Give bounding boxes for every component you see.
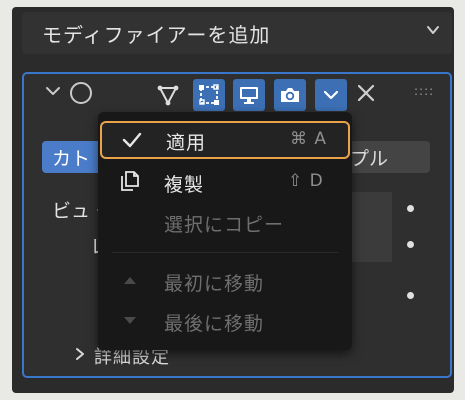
camera-icon bbox=[281, 88, 299, 102]
checkmark-icon bbox=[120, 128, 144, 152]
menu-item-move-first: 最初に移動 bbox=[98, 262, 352, 300]
menu-separator bbox=[112, 252, 338, 253]
toggle-dot[interactable] bbox=[407, 292, 414, 299]
menu-item-apply[interactable]: 適用 ⌘ A bbox=[100, 121, 350, 159]
triangle-up-icon bbox=[118, 268, 142, 292]
collapse-chevron-icon[interactable] bbox=[42, 80, 64, 102]
chevron-down-icon bbox=[426, 22, 440, 41]
menu-item-label: 選択にコピー bbox=[164, 214, 285, 236]
vertex-triangle-icon bbox=[157, 85, 179, 106]
duplicate-icon bbox=[118, 169, 142, 193]
menu-item-duplicate[interactable]: 複製 ⇧ D bbox=[98, 163, 352, 201]
value-field[interactable] bbox=[346, 192, 392, 262]
menu-item-shortcut: ⌘ A bbox=[290, 129, 328, 149]
menu-item-copy-to-selected: 選択にコピー bbox=[98, 203, 352, 241]
add-modifier-label: モディファイアーを追加 bbox=[42, 22, 271, 47]
close-icon[interactable] bbox=[355, 82, 377, 108]
chevron-right-icon[interactable] bbox=[72, 346, 88, 362]
tab-left[interactable]: カト bbox=[42, 141, 104, 173]
menu-item-move-last: 最後に移動 bbox=[98, 302, 352, 340]
add-modifier-button[interactable]: モディファイアーを追加 bbox=[22, 12, 452, 54]
render-toggle[interactable] bbox=[274, 79, 306, 111]
toggle-dot[interactable] bbox=[407, 205, 414, 212]
drag-grip-icon[interactable]: :::: bbox=[414, 84, 434, 98]
menu-item-label: 最後に移動 bbox=[164, 313, 265, 335]
tab-right[interactable]: プル bbox=[348, 141, 430, 173]
viewport-toggle[interactable] bbox=[233, 79, 265, 111]
monitor-icon bbox=[240, 87, 258, 104]
vertex-square-icon bbox=[199, 84, 219, 105]
chevron-down-icon bbox=[323, 90, 339, 100]
modifier-dropdown-button[interactable] bbox=[315, 79, 347, 111]
circle-outline-icon bbox=[70, 82, 92, 104]
edit-mode-toggle[interactable] bbox=[152, 79, 184, 111]
menu-item-shortcut: ⇧ D bbox=[288, 171, 324, 191]
toggle-dot[interactable] bbox=[407, 241, 414, 248]
menu-item-label: 適用 bbox=[166, 132, 207, 154]
menu-item-label: 複製 bbox=[164, 174, 205, 196]
triangle-down-icon bbox=[118, 308, 142, 332]
menu-item-label: 最初に移動 bbox=[164, 273, 265, 295]
edit-cage-toggle[interactable] bbox=[193, 79, 225, 111]
